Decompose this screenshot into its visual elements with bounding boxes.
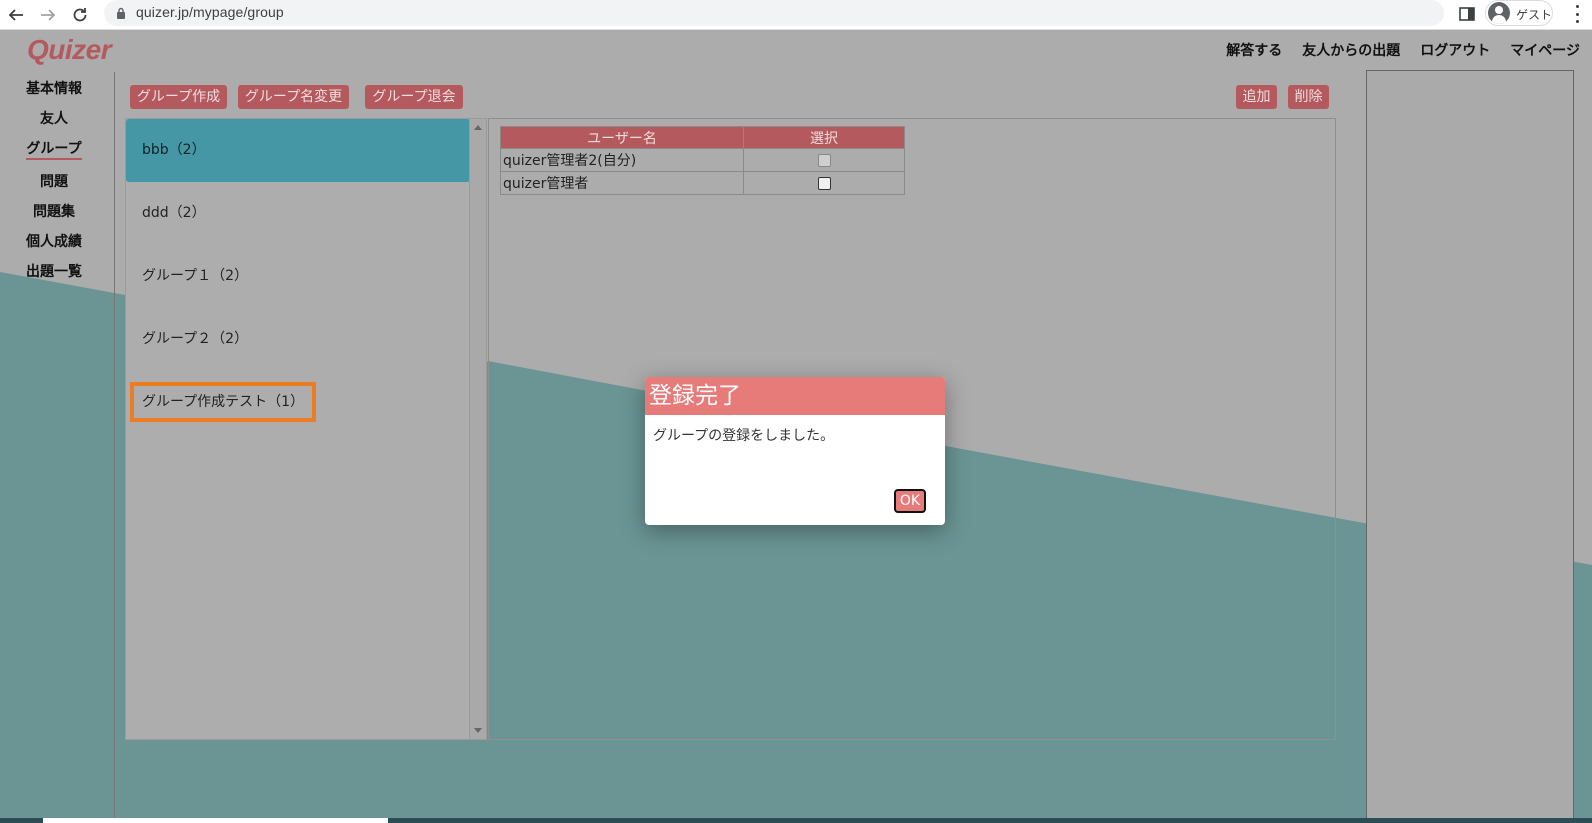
- sidebar-item[interactable]: 個人成績: [0, 233, 108, 263]
- member-select-checkbox: [817, 153, 831, 167]
- sidebar-item-label: 問題: [40, 174, 68, 190]
- profile-label: ゲスト: [1516, 8, 1553, 22]
- sidebar-item-label: 友人: [40, 111, 68, 127]
- sidebar: 基本情報友人グループ問題問題集個人成績出題一覧: [0, 80, 108, 293]
- divider: [114, 72, 115, 818]
- scroll-up-arrow-icon[interactable]: [474, 125, 482, 130]
- members-table: ユーザー名 選択 quizer管理者2(自分) quizer管理者: [500, 126, 905, 195]
- sidebar-item-label: 出題一覧: [26, 264, 82, 280]
- group-list-item[interactable]: グループ１（2）: [126, 245, 470, 308]
- group-label: グループ２（2）: [142, 331, 249, 347]
- dialog-message: グループの登録をしました。: [653, 428, 835, 444]
- column-header-select: 選択: [743, 126, 905, 149]
- sidebar-item[interactable]: 友人: [0, 110, 108, 140]
- reload-button[interactable]: [68, 3, 92, 27]
- group-list-item[interactable]: ddd（2）: [126, 182, 470, 245]
- top-nav-link[interactable]: ログアウト: [1420, 40, 1490, 60]
- column-header-username: ユーザー名: [500, 126, 744, 149]
- taskbar-strip: [0, 818, 1592, 823]
- back-button[interactable]: [4, 3, 28, 27]
- reload-icon: [73, 8, 87, 22]
- dialog-title: 登録完了: [645, 377, 945, 415]
- group-label: ddd（2）: [142, 205, 206, 221]
- table-header-row: ユーザー名 選択: [500, 126, 905, 149]
- rename-group-button[interactable]: グループ名変更: [238, 85, 349, 109]
- create-group-button[interactable]: グループ作成: [130, 85, 227, 109]
- profile-button[interactable]: ゲスト: [1485, 0, 1553, 26]
- sidebar-item[interactable]: 問題集: [0, 203, 108, 233]
- sidebar-item-label: 問題集: [33, 204, 75, 220]
- top-nav: 解答する 友人からの出題 ログアウト マイページ: [1226, 40, 1580, 60]
- avatar-icon: [1488, 2, 1510, 24]
- side-panel-icon[interactable]: [1458, 5, 1476, 23]
- top-nav-link[interactable]: 友人からの出題: [1302, 40, 1400, 60]
- site-logo[interactable]: Quizer: [27, 34, 112, 66]
- table-row: quizer管理者2(自分): [500, 148, 905, 172]
- leave-group-button[interactable]: グループ退会: [365, 85, 463, 109]
- member-name-cell: quizer管理者2(自分): [500, 148, 744, 172]
- group-list-scrollbar[interactable]: [469, 119, 486, 739]
- member-name-cell: quizer管理者: [500, 171, 744, 195]
- forward-arrow-icon: [41, 9, 56, 21]
- registration-complete-dialog: 登録完了 グループの登録をしました。 OK: [645, 377, 945, 525]
- table-row: quizer管理者: [500, 171, 905, 195]
- forward-button[interactable]: [36, 3, 60, 27]
- page: Quizer 解答する 友人からの出題 ログアウト マイページ 基本情報友人グループ問…: [0, 30, 1592, 823]
- group-list: bbb（2） ddd（2） グループ１（2） グループ２（2） グループ作成テスト（1）: [126, 119, 470, 739]
- group-list-item[interactable]: グループ作成テスト（1）: [126, 371, 470, 434]
- group-label: グループ作成テスト（1）: [129, 382, 317, 422]
- group-label: bbb（2）: [142, 142, 206, 158]
- scroll-down-arrow-icon[interactable]: [474, 728, 482, 733]
- sidebar-item-label: グループ: [26, 141, 82, 160]
- group-label: グループ１（2）: [142, 268, 249, 284]
- group-list-item[interactable]: グループ２（2）: [126, 308, 470, 371]
- sidebar-item-label: 個人成績: [26, 234, 82, 250]
- top-nav-link[interactable]: マイページ: [1510, 40, 1580, 60]
- member-select-cell: [743, 148, 905, 172]
- back-arrow-icon: [8, 9, 23, 21]
- url-text: quizer.jp/mypage/group: [136, 4, 284, 20]
- browser-toolbar: quizer.jp/mypage/group ゲスト: [0, 0, 1592, 30]
- site-header: Quizer 解答する 友人からの出題 ログアウト マイページ: [0, 30, 1592, 68]
- address-bar[interactable]: quizer.jp/mypage/group: [104, 0, 1444, 26]
- add-member-button[interactable]: 追加: [1236, 85, 1277, 109]
- lock-icon: [117, 7, 125, 19]
- member-select-checkbox[interactable]: [817, 176, 831, 190]
- more-menu-icon[interactable]: [1574, 5, 1580, 23]
- group-list-item[interactable]: bbb（2）: [126, 119, 470, 182]
- top-nav-link[interactable]: 解答する: [1226, 40, 1282, 60]
- sidebar-item-label: 基本情報: [26, 81, 82, 97]
- sidebar-item[interactable]: 出題一覧: [0, 263, 108, 293]
- group-list-panel: bbb（2） ddd（2） グループ１（2） グループ２（2） グループ作成テスト（1）: [125, 118, 487, 740]
- sidebar-item[interactable]: 基本情報: [0, 80, 108, 110]
- member-select-cell: [743, 171, 905, 195]
- right-panel: [1366, 70, 1574, 820]
- sidebar-item[interactable]: 問題: [0, 173, 108, 203]
- sidebar-item[interactable]: グループ: [0, 140, 108, 173]
- delete-member-button[interactable]: 削除: [1288, 85, 1329, 109]
- ok-button[interactable]: OK: [894, 489, 926, 513]
